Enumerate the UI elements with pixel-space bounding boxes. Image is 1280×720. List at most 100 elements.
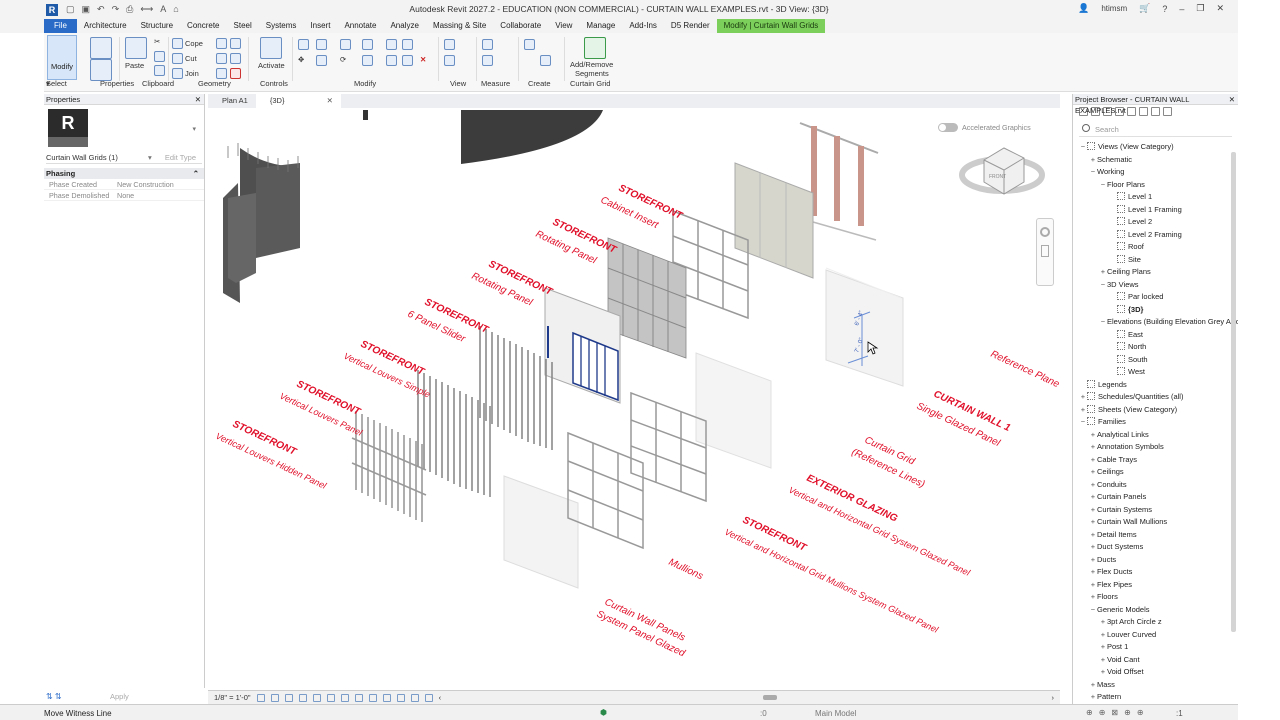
browser-node[interactable]: + Detail Items (1073, 529, 1238, 542)
collapse-icon[interactable]: ⌃ (193, 168, 199, 179)
ribbon-tab-insert[interactable]: Insert (303, 19, 337, 33)
add-remove-label-1[interactable]: Add/Remove (570, 60, 613, 69)
align-icon[interactable] (298, 39, 309, 50)
ribbon-tab-view[interactable]: View (548, 19, 579, 33)
ribbon-tab-collaborate[interactable]: Collaborate (493, 19, 548, 33)
ribbon-tab-modify-curtain-wall-grids[interactable]: Modify | Curtain Wall Grids (716, 19, 826, 33)
browser-node[interactable]: Level 2 Framing (1073, 229, 1238, 242)
expand-icon[interactable]: + (1089, 441, 1097, 454)
visual-style-icon[interactable] (270, 693, 279, 702)
browser-node[interactable]: −3D Views (1073, 279, 1238, 292)
navigation-bar[interactable] (1036, 218, 1054, 286)
reveal-hidden-icon[interactable] (382, 693, 391, 702)
ribbon-tab-manage[interactable]: Manage (579, 19, 622, 33)
browser-node[interactable]: East (1073, 329, 1238, 342)
expand-icon[interactable]: + (1089, 479, 1097, 492)
cope-button[interactable]: Cope (172, 38, 203, 49)
links-icon[interactable] (1151, 107, 1160, 116)
expand-icon[interactable]: + (1089, 154, 1097, 167)
steering-wheel-icon[interactable] (1040, 227, 1050, 237)
browser-node[interactable]: + Analytical Links (1073, 429, 1238, 442)
match-type-icon[interactable] (154, 65, 165, 76)
design-options-count[interactable]: :0 (760, 709, 767, 718)
browser-node[interactable]: + Ducts (1073, 554, 1238, 567)
properties-help-icon[interactable]: ⇅ ⇅ (46, 692, 62, 701)
shadows-icon[interactable] (298, 693, 307, 702)
create-parts-icon[interactable] (540, 55, 551, 66)
browser-node[interactable]: + Curtain Systems (1073, 504, 1238, 517)
ribbon-tab-d5-render[interactable]: D5 Render (664, 19, 717, 33)
model-canvas[interactable]: 7' - 0" 6' - 4" STOREFRONT Cabinet Inser… (208, 108, 1060, 690)
properties-icon[interactable] (90, 59, 112, 81)
analytical-icon[interactable] (410, 693, 419, 702)
cut-button[interactable]: Cut (172, 53, 197, 64)
browser-node[interactable]: + Louver Curved (1073, 629, 1238, 642)
collapse-icon[interactable]: − (1079, 416, 1087, 429)
edit-type-button[interactable]: Edit Type (165, 152, 196, 164)
browser-node[interactable]: + Flex Ducts (1073, 566, 1238, 579)
browser-node[interactable]: South (1073, 354, 1238, 367)
print-icon[interactable]: ⎙ (126, 4, 133, 15)
expand-icon[interactable]: + (1089, 504, 1097, 517)
type-selector[interactable]: R ▾ (46, 107, 202, 150)
browser-node[interactable]: + Void Offset (1073, 666, 1238, 679)
families-icon[interactable] (1127, 107, 1136, 116)
collapse-icon[interactable]: − (1079, 141, 1087, 154)
sun-path-icon[interactable] (284, 693, 293, 702)
collapse-icon[interactable]: − (1099, 316, 1107, 329)
browser-node[interactable]: + Pattern (1073, 691, 1238, 704)
geometry-tool-4-icon[interactable] (230, 53, 241, 64)
ribbon-tab-file[interactable]: File (44, 19, 77, 33)
expand-icon[interactable]: + (1099, 666, 1107, 679)
expand-icon[interactable]: + (1089, 591, 1097, 604)
expand-icon[interactable]: + (1089, 566, 1097, 579)
expand-icon[interactable]: + (1089, 529, 1097, 542)
cart-icon[interactable]: 🛒 (1139, 3, 1150, 14)
expand-icon[interactable]: + (1079, 391, 1087, 404)
browser-node[interactable]: + Void Cant (1073, 654, 1238, 667)
browser-node[interactable]: + Annotation Symbols (1073, 441, 1238, 454)
user-name[interactable]: htimsm (1101, 4, 1127, 13)
properties-close-icon[interactable]: ✕ (195, 94, 201, 105)
active-model[interactable]: Main Model (815, 709, 856, 718)
browser-node[interactable]: Level 1 (1073, 191, 1238, 204)
tab-close-icon[interactable]: ✕ (327, 96, 333, 105)
restore-icon[interactable]: ❐ (1196, 3, 1204, 14)
geometry-tool-1-icon[interactable] (216, 38, 227, 49)
dimension-icon[interactable] (482, 55, 493, 66)
paste-label[interactable]: Paste (125, 61, 144, 70)
view-scale[interactable]: 1/8" = 1'-0" (214, 693, 251, 702)
copy-icon[interactable] (154, 51, 165, 62)
property-value[interactable]: New Construction (117, 179, 174, 189)
instance-filter[interactable]: Curtain Wall Grids (1) ▾ Edit Type (46, 152, 202, 164)
browser-node[interactable]: + Conduits (1073, 479, 1238, 492)
worksharing-icon[interactable] (396, 693, 405, 702)
view-tool-2-icon[interactable] (444, 55, 455, 66)
rotate-icon[interactable]: ⟳ (340, 55, 346, 64)
cut-scissors-icon[interactable]: ✂ (154, 37, 160, 46)
browser-node[interactable]: + Curtain Wall Mullions (1073, 516, 1238, 529)
browser-node[interactable]: − Elevations (Building Elevation Grey Arr… (1073, 316, 1238, 329)
activate-icon[interactable] (260, 37, 282, 59)
expand-icon[interactable]: + (1099, 641, 1107, 654)
tab-3d[interactable]: {3D} ✕ (255, 94, 341, 108)
project-browser-close-icon[interactable]: ✕ (1229, 94, 1235, 105)
browser-node[interactable]: + Ceilings (1073, 466, 1238, 479)
trim-icon[interactable] (362, 55, 373, 66)
split-icon[interactable] (386, 39, 397, 50)
browser-node[interactable]: − Generic Models (1073, 604, 1238, 617)
expand-icon[interactable]: + (1089, 516, 1097, 529)
browser-node[interactable]: Site (1073, 254, 1238, 267)
open-icon[interactable]: ▢ (66, 4, 75, 15)
browser-node[interactable]: {3D} (1073, 304, 1238, 317)
browser-node[interactable]: Roof (1073, 241, 1238, 254)
offset-icon[interactable] (316, 39, 327, 50)
expand-icon[interactable]: + (1079, 404, 1087, 417)
ribbon-tab-add-ins[interactable]: Add-Ins (622, 19, 664, 33)
expand-icon[interactable]: + (1089, 454, 1097, 467)
scroll-left-icon[interactable]: ‹ (439, 693, 442, 702)
collapse-icon[interactable]: − (1089, 166, 1097, 179)
geometry-tool-3-icon[interactable] (216, 53, 227, 64)
browser-node[interactable]: North (1073, 341, 1238, 354)
ribbon-tab-steel[interactable]: Steel (227, 19, 259, 33)
